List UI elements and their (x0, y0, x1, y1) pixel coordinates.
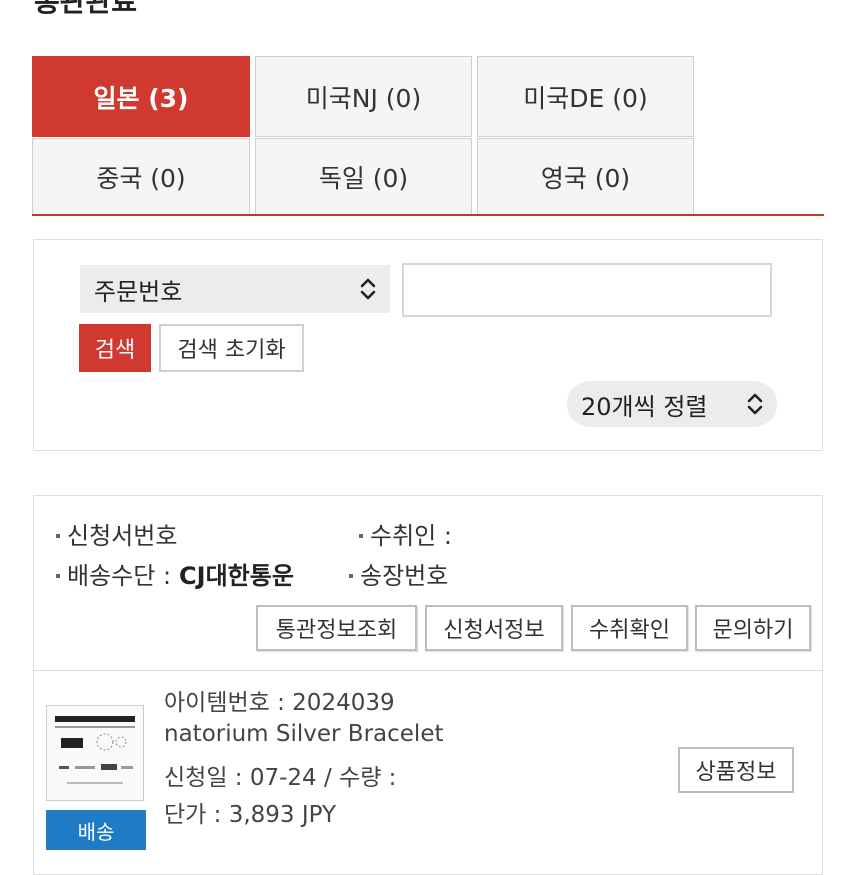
search-panel: 주문번호 검색 검색 초기화 20개씩 정렬 (33, 239, 823, 451)
search-field-select[interactable]: 주문번호 (80, 265, 390, 313)
order-card: 신청서번호 수취인 : 배송수단 : CJ대한통운 송장번호 통관정보조회 신청… (33, 495, 823, 875)
tab-china[interactable]: 중국 (0) (32, 138, 250, 216)
product-info-button[interactable]: 상품정보 (678, 747, 794, 793)
item-unit-price: 단가 : 3,893 JPY (164, 802, 337, 828)
bullet-dot (56, 533, 60, 538)
tab-japan[interactable]: 일본 (3) (32, 56, 250, 137)
application-number-info: 신청서번호 (56, 516, 177, 551)
item-date-quantity: 신청일 : 07-24 / 수량 : (164, 765, 397, 791)
shipping-method-info: 배송수단 : CJ대한통운 (56, 556, 294, 591)
shipping-button[interactable]: 배송 (46, 810, 146, 850)
updown-chevron-icon (358, 277, 378, 307)
search-field-label: 주문번호 (94, 277, 183, 306)
order-header: 신청서번호 수취인 : 배송수단 : CJ대한통운 송장번호 통관정보조회 신청… (34, 496, 822, 671)
tab-germany[interactable]: 독일 (0) (255, 138, 472, 216)
page-title: 통관완료 (34, 0, 138, 18)
customs-info-button[interactable]: 통관정보조회 (256, 605, 417, 651)
tab-usa-de[interactable]: 미국DE (0) (477, 56, 694, 137)
shipping-method-label: 배송수단 : (67, 562, 172, 590)
tab-uk[interactable]: 영국 (0) (477, 138, 694, 216)
tab-usa-nj[interactable]: 미국NJ (0) (255, 56, 472, 137)
bullet-dot (56, 573, 60, 578)
search-button[interactable]: 검색 (79, 324, 151, 372)
reset-search-button[interactable]: 검색 초기화 (159, 324, 304, 372)
item-number: 아이템번호 : 2024039 (164, 690, 395, 716)
application-number-label: 신청서번호 (67, 522, 178, 550)
bullet-dot (359, 533, 363, 538)
bullet-dot (349, 573, 353, 578)
tracking-number-label: 송장번호 (360, 562, 449, 590)
shipping-method-value: CJ대한통운 (179, 562, 294, 590)
tracking-number-info: 송장번호 (349, 556, 448, 591)
sort-label: 20개씩 정렬 (581, 392, 708, 421)
receiver-info: 수취인 : (359, 516, 452, 551)
item-name: natorium Silver Bracelet (164, 721, 444, 747)
receipt-confirm-button[interactable]: 수취확인 (571, 605, 688, 651)
inquiry-button[interactable]: 문의하기 (695, 605, 811, 651)
sort-select[interactable]: 20개씩 정렬 (567, 381, 777, 427)
tabs-underline (32, 214, 824, 216)
receiver-label: 수취인 : (370, 522, 452, 550)
product-thumbnail[interactable] (46, 705, 144, 801)
search-input[interactable] (402, 263, 772, 317)
country-tabs: 일본 (3) 미국NJ (0) 미국DE (0) 중국 (0) 독일 (0) 영… (32, 56, 696, 216)
updown-chevron-icon (745, 392, 765, 422)
application-info-button[interactable]: 신청서정보 (425, 605, 563, 651)
